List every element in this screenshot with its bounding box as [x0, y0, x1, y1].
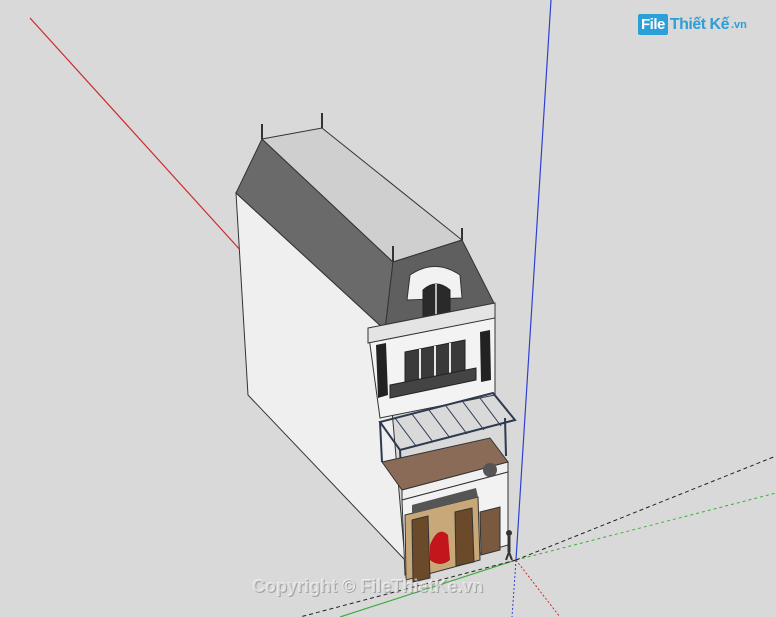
logo-ext: .vn	[730, 18, 747, 31]
pillar-left	[376, 343, 388, 398]
side-door	[479, 506, 501, 556]
logo-badge: File	[638, 14, 668, 35]
plant-pot	[483, 463, 497, 477]
blue-dashed-axis	[511, 559, 517, 617]
blue-axis	[515, 0, 552, 561]
door-left	[411, 515, 431, 583]
red-axis	[29, 17, 243, 253]
door-right	[454, 507, 475, 567]
filethietke-logo: File Thiết Kế .vn	[638, 14, 747, 35]
copyright-watermark: Copyright © FileThietKe.vn	[252, 576, 484, 596]
red-dashed-axis	[515, 559, 561, 617]
green-axis	[515, 492, 776, 561]
black-dashed-axis	[515, 455, 776, 561]
logo-name: Thiết Kế	[669, 15, 730, 33]
pergola-post-3	[504, 417, 507, 457]
sketchup-viewport	[29, 0, 776, 617]
pillar-right	[480, 330, 491, 382]
